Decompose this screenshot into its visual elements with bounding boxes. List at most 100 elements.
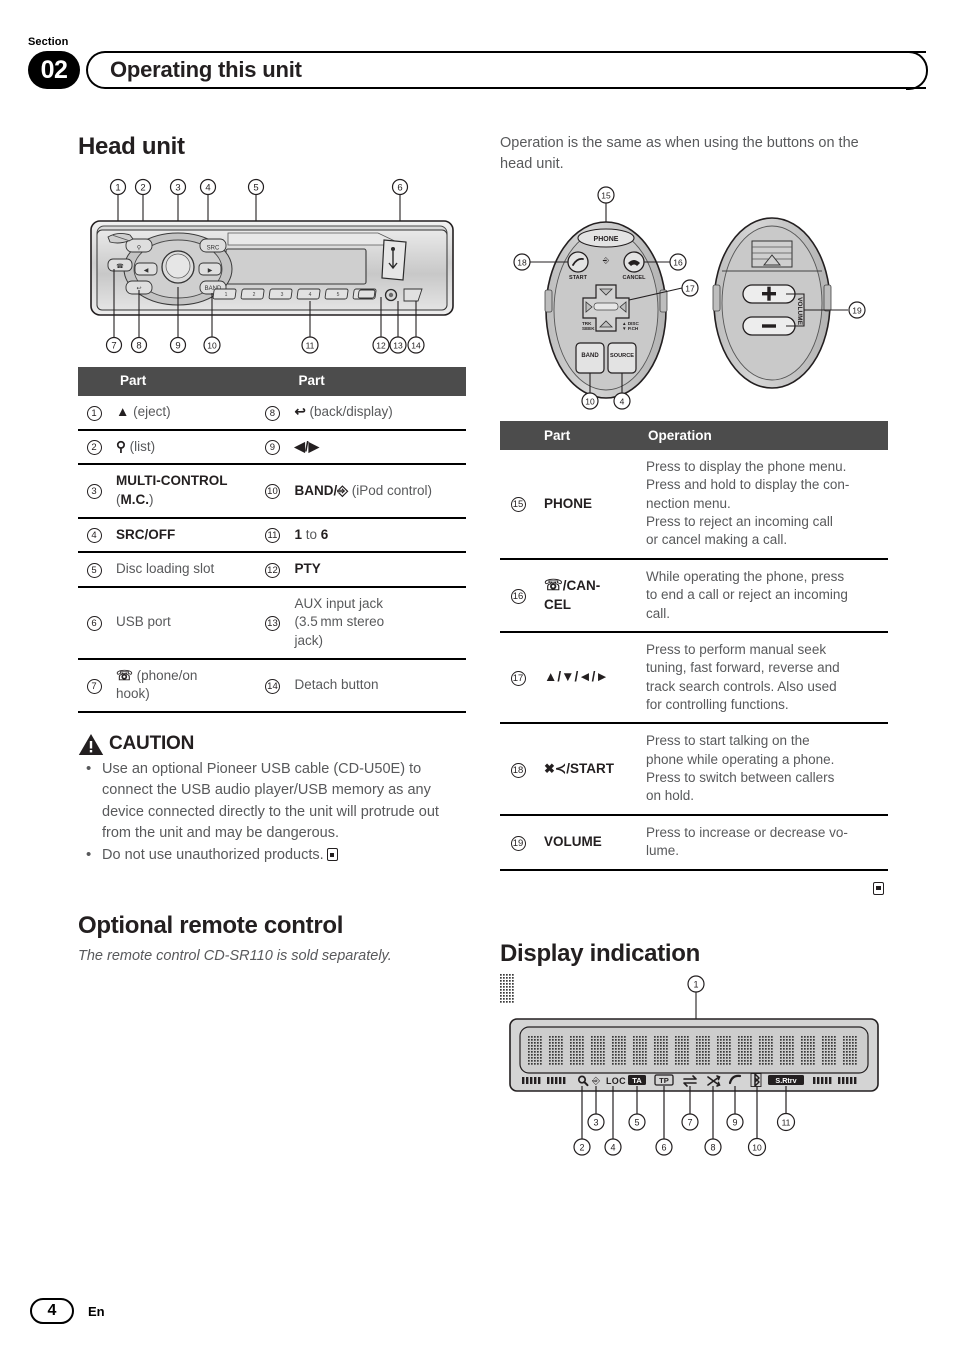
remote-control-figure: 15 PHONE START CANCEL ⎆ TRK SEEK ▲ DISC … bbox=[500, 185, 888, 415]
callout-circle: 19 bbox=[510, 835, 526, 851]
part-name-2: AUX input jack (3.5 mm stereo jack) bbox=[290, 586, 466, 660]
svg-text:4: 4 bbox=[309, 292, 312, 298]
ops-description: Press to display the phone menu. Press an… bbox=[640, 450, 888, 560]
part-name-1: ☏ (phone/on hook) bbox=[112, 658, 257, 713]
table-row: 15 PHONE Press to display the phone menu… bbox=[500, 450, 888, 560]
right-column: Operation is the same as when using the … bbox=[500, 133, 888, 1174]
part-name-1: ⚲ (list) bbox=[112, 429, 257, 466]
head-unit-heading: Head unit bbox=[78, 133, 185, 160]
ops-part-name: ▲/▼/◄/► bbox=[536, 631, 640, 725]
row-number: 10 bbox=[256, 464, 291, 519]
parts-table: Part Part 1 ▲ (eject) 8 ↩ (back/display)… bbox=[78, 367, 466, 713]
svg-text:10: 10 bbox=[752, 1142, 762, 1152]
callout-circle: 3 bbox=[86, 484, 102, 500]
svg-text:5: 5 bbox=[634, 1117, 639, 1127]
svg-text:2: 2 bbox=[579, 1142, 584, 1152]
row-number: 7 bbox=[78, 658, 112, 713]
svg-text:TP: TP bbox=[659, 1076, 669, 1085]
row-number: 1 bbox=[78, 396, 112, 431]
svg-text:START: START bbox=[569, 275, 588, 281]
callout-circle: 15 bbox=[510, 497, 526, 513]
svg-text:VOLUME: VOLUME bbox=[796, 297, 803, 325]
caution-bullet-list: Use an optional Pioneer USB cable (CD-U5… bbox=[78, 758, 466, 867]
table-row: 19 VOLUME Press to increase or decrease … bbox=[500, 814, 888, 871]
remote-intro-text: Operation is the same as when using the … bbox=[500, 135, 859, 173]
parts-col-header-2: Part bbox=[290, 367, 466, 396]
svg-text:BAND: BAND bbox=[581, 353, 599, 359]
caution-bullet-2-text: Do not use unauthorized products. bbox=[102, 847, 324, 864]
ops-part-name: PHONE bbox=[536, 450, 640, 560]
svg-text:15: 15 bbox=[601, 190, 611, 200]
svg-text:16: 16 bbox=[673, 257, 683, 267]
row-number: 4 bbox=[78, 517, 112, 554]
row-number: 5 bbox=[78, 552, 112, 588]
svg-text:19: 19 bbox=[852, 305, 862, 315]
part-name-1: ▲ (eject) bbox=[112, 396, 257, 431]
parts-table-body: 1 ▲ (eject) 8 ↩ (back/display) 2 ⚲ (list… bbox=[78, 396, 466, 713]
callout-circle: 9 bbox=[264, 440, 280, 456]
callout-circle: 10 bbox=[264, 484, 280, 500]
svg-text:3: 3 bbox=[593, 1117, 598, 1127]
callout-circle: 8 bbox=[264, 405, 280, 421]
part-name-2: ◀/▶ bbox=[290, 429, 466, 466]
part-name-1: Disc loading slot bbox=[112, 552, 257, 588]
caution-header: CAUTION bbox=[78, 733, 466, 756]
optional-remote-heading: Optional remote control bbox=[78, 912, 344, 940]
table-row: 2 ⚲ (list) 9 ◀/▶ bbox=[78, 429, 466, 466]
end-of-section-mark bbox=[326, 848, 338, 862]
row-number: 12 bbox=[256, 552, 291, 588]
svg-text:10: 10 bbox=[207, 340, 217, 350]
display-indication-heading: Display indication bbox=[500, 939, 700, 967]
callout-circle: 17 bbox=[510, 671, 526, 687]
table-row: 16 ☏/CAN- CEL While operating the phone, … bbox=[500, 558, 888, 633]
svg-text:7: 7 bbox=[687, 1117, 692, 1127]
svg-text:9: 9 bbox=[175, 340, 180, 351]
ops-description: Press to perform manual seek tuning, fast… bbox=[640, 631, 888, 725]
row-number: 16 bbox=[500, 558, 536, 633]
callout-circle: 18 bbox=[510, 762, 526, 778]
row-number: 11 bbox=[256, 517, 291, 554]
svg-text:13: 13 bbox=[393, 340, 403, 350]
part-name-2: ↩ (back/display) bbox=[290, 396, 466, 431]
svg-text:8: 8 bbox=[136, 340, 141, 351]
row-number: 8 bbox=[256, 396, 291, 431]
ops-col-operation: Operation bbox=[640, 421, 888, 451]
table-row: 18 ✖⁠≺/START Press to start talking on t… bbox=[500, 723, 888, 816]
row-number: 18 bbox=[500, 723, 536, 816]
svg-text:3: 3 bbox=[281, 292, 284, 298]
part-name-2: Detach button bbox=[290, 658, 466, 713]
page-footer: 4 En bbox=[30, 1298, 105, 1324]
callout-circle: 2 bbox=[86, 440, 102, 456]
svg-text:▼ P.CH: ▼ P.CH bbox=[622, 326, 639, 331]
part-name-2: 1 to 6 bbox=[290, 517, 466, 554]
svg-text:2: 2 bbox=[140, 182, 145, 193]
operation-table: Part Operation 15 PHONE Press to display… bbox=[500, 421, 888, 871]
operation-table-body: 15 PHONE Press to display the phone menu… bbox=[500, 450, 888, 871]
callout-circle: 7 bbox=[86, 678, 102, 694]
svg-text:14: 14 bbox=[411, 340, 421, 350]
svg-text:SEEK: SEEK bbox=[582, 326, 595, 331]
svg-text:SRC: SRC bbox=[207, 246, 220, 252]
table-row: 17 ▲/▼/◄/► Press to perform manual seek t… bbox=[500, 631, 888, 725]
ops-col-num bbox=[500, 421, 536, 451]
svg-text:9: 9 bbox=[732, 1117, 737, 1127]
svg-text:◀: ◀ bbox=[144, 268, 149, 274]
callout-circle: 11 bbox=[264, 528, 280, 544]
svg-text:10: 10 bbox=[585, 396, 595, 406]
svg-text:11: 11 bbox=[782, 1117, 791, 1127]
svg-text:6: 6 bbox=[661, 1142, 666, 1152]
section-title: Operating this unit bbox=[110, 57, 302, 82]
svg-text:3: 3 bbox=[175, 182, 180, 193]
parts-col-header-1: Part bbox=[112, 367, 257, 396]
section-title-pill: Operating this unit bbox=[86, 50, 928, 90]
svg-text:SOURCE: SOURCE bbox=[610, 353, 634, 359]
svg-text:12: 12 bbox=[376, 340, 386, 350]
table-row: 7 ☏ (phone/on hook) 14 Detach button bbox=[78, 658, 466, 713]
svg-text:8: 8 bbox=[710, 1142, 715, 1152]
svg-text:4: 4 bbox=[620, 396, 625, 406]
callout-circle: 12 bbox=[264, 562, 280, 578]
left-column: Head unit 1 2 3 4 5 6 ⚲ SRC ☎ ◀ ▶ ↩ BAND… bbox=[78, 133, 466, 964]
ops-description: While operating the phone, press to end a… bbox=[640, 558, 888, 633]
part-name-1: MULTI-CONTROL (M.C.) bbox=[112, 464, 257, 519]
section-number-badge: 02 bbox=[28, 51, 80, 89]
